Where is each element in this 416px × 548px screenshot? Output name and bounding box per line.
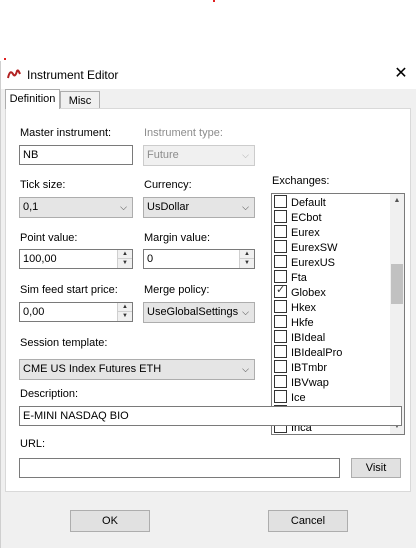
merge-policy-value: UseGlobalSettings bbox=[147, 306, 239, 318]
exchange-item-label: Ice bbox=[291, 392, 306, 404]
exchange-item[interactable]: IBIdeal bbox=[274, 330, 325, 345]
url-label: URL: bbox=[20, 438, 46, 450]
exchange-item[interactable]: IBIdealPro bbox=[274, 345, 342, 360]
sim-feed-start-price-spinner[interactable]: 0,00 ▲ ▼ bbox=[19, 302, 133, 322]
checkbox-icon[interactable] bbox=[274, 315, 287, 328]
spinner-arrows-icon[interactable]: ▲ ▼ bbox=[117, 250, 132, 268]
currency-value: UsDollar bbox=[147, 201, 190, 213]
description-label: Description: bbox=[20, 388, 79, 400]
instrument-editor-window: Instrument Editor ✕ Definition Misc Mast… bbox=[0, 61, 416, 548]
checkbox-icon[interactable] bbox=[274, 330, 287, 343]
tab-misc[interactable]: Misc bbox=[60, 91, 100, 109]
exchanges-list[interactable]: IncaIdemIceIBVwapIBTmbrIBIdealProIBIdeal… bbox=[271, 193, 405, 435]
description-input[interactable]: E-MINI NASDAQ BIO bbox=[19, 406, 402, 426]
exchange-item[interactable]: Hkfe bbox=[274, 315, 314, 330]
exchange-item-label: IBIdealPro bbox=[291, 347, 343, 359]
session-template-select[interactable]: CME US Index Futures ETH ⌵ bbox=[19, 359, 255, 380]
chevron-down-icon: ⌵ bbox=[242, 150, 249, 160]
visit-button[interactable]: Visit bbox=[351, 458, 401, 478]
session-template-label: Session template: bbox=[20, 337, 108, 349]
checkbox-icon[interactable] bbox=[274, 255, 287, 268]
exchange-item-label: ECbot bbox=[291, 212, 322, 224]
url-input[interactable] bbox=[19, 458, 340, 478]
point-value-label: Point value: bbox=[20, 232, 78, 244]
ok-button[interactable]: OK bbox=[70, 510, 150, 532]
merge-policy-select[interactable]: UseGlobalSettings ⌵ bbox=[143, 302, 255, 323]
exchanges-scrollbar[interactable]: ▲ ▼ bbox=[390, 194, 404, 434]
checkbox-icon[interactable] bbox=[274, 270, 287, 283]
point-value-spinner[interactable]: 100,00 ▲ ▼ bbox=[19, 249, 133, 269]
exchange-item-label: Eurex bbox=[291, 227, 320, 239]
exchange-item-label: EurexSW bbox=[291, 242, 338, 254]
exchange-item-label: Default bbox=[291, 197, 326, 209]
spinner-arrows-icon[interactable]: ▲ ▼ bbox=[239, 250, 254, 268]
checkbox-icon[interactable] bbox=[274, 360, 287, 373]
merge-policy-label: Merge policy: bbox=[144, 284, 210, 296]
exchange-item[interactable]: ✓ Globex bbox=[274, 284, 326, 300]
exchange-item-label: Globex bbox=[291, 287, 326, 299]
instrument-type-label: Instrument type: bbox=[144, 127, 223, 139]
chevron-down-icon: ⌵ bbox=[242, 202, 249, 212]
exchange-item[interactable]: EurexUS bbox=[274, 255, 335, 270]
exchange-item[interactable]: Hkex bbox=[274, 300, 316, 315]
scroll-up-icon[interactable]: ▲ bbox=[390, 194, 404, 208]
checkbox-icon[interactable] bbox=[274, 210, 287, 223]
currency-label: Currency: bbox=[144, 179, 192, 191]
exchange-item[interactable]: Default bbox=[274, 195, 326, 210]
exchanges-label: Exchanges: bbox=[272, 175, 330, 187]
definition-panel: Master instrument: NB Instrument type: F… bbox=[5, 108, 411, 492]
exchange-item[interactable]: Fta bbox=[274, 270, 307, 285]
instrument-type-select: Future ⌵ bbox=[143, 145, 255, 166]
close-icon[interactable]: ✕ bbox=[392, 64, 410, 84]
exchange-item-label: EurexUS bbox=[291, 257, 336, 269]
tick-size-value: 0,1 bbox=[23, 201, 39, 213]
sim-feed-start-price-value: 0,00 bbox=[23, 306, 45, 318]
ninja-logo-icon bbox=[7, 69, 21, 79]
margin-value-value: 0 bbox=[147, 253, 154, 265]
chevron-down-icon: ⌵ bbox=[242, 364, 249, 374]
master-instrument-label: Master instrument: bbox=[20, 127, 112, 139]
margin-value-label: Margin value: bbox=[144, 232, 211, 244]
red-dot-decoration bbox=[213, 0, 215, 2]
window-title: Instrument Editor bbox=[27, 68, 119, 82]
spinner-arrows-icon[interactable]: ▲ ▼ bbox=[117, 303, 132, 321]
session-template-value: CME US Index Futures ETH bbox=[23, 363, 162, 375]
exchange-item[interactable]: ECbot bbox=[274, 210, 322, 225]
scrollbar-thumb[interactable] bbox=[391, 264, 403, 304]
checkbox-icon[interactable] bbox=[274, 240, 287, 253]
chevron-down-icon: ⌵ bbox=[120, 202, 127, 212]
cancel-button[interactable]: Cancel bbox=[268, 510, 348, 532]
exchange-item-label: Hkex bbox=[291, 302, 317, 314]
point-value-value: 100,00 bbox=[23, 253, 57, 265]
exchange-item-label: Fta bbox=[291, 272, 307, 284]
checkbox-icon[interactable] bbox=[274, 300, 287, 313]
checkbox-icon[interactable] bbox=[274, 225, 287, 238]
exchange-item[interactable]: EurexSW bbox=[274, 240, 337, 255]
exchange-item-label: Hkfe bbox=[291, 317, 314, 329]
checkbox-icon[interactable] bbox=[274, 345, 287, 358]
tick-size-select[interactable]: 0,1 ⌵ bbox=[19, 197, 133, 218]
margin-value-spinner[interactable]: 0 ▲ ▼ bbox=[143, 249, 255, 269]
tab-definition[interactable]: Definition bbox=[5, 89, 60, 109]
checkbox-icon[interactable] bbox=[274, 195, 287, 208]
instrument-type-value: Future bbox=[147, 149, 179, 161]
master-instrument-input[interactable]: NB bbox=[19, 145, 133, 165]
exchange-item[interactable]: IBTmbr bbox=[274, 360, 327, 375]
exchange-item-label: IBIdeal bbox=[291, 332, 326, 344]
exchange-item[interactable]: Ice bbox=[274, 390, 306, 405]
chevron-down-icon: ⌵ bbox=[242, 307, 249, 317]
sim-feed-start-price-label: Sim feed start price: bbox=[20, 284, 118, 296]
tick-size-label: Tick size: bbox=[20, 179, 66, 191]
checkmark-icon: ✓ bbox=[276, 284, 286, 296]
title-bar: Instrument Editor ✕ bbox=[1, 61, 416, 89]
exchange-item[interactable]: IBVwap bbox=[274, 375, 329, 390]
exchange-item-label: IBVwap bbox=[291, 377, 329, 389]
checkbox-icon[interactable] bbox=[274, 390, 287, 403]
exchange-item[interactable]: Eurex bbox=[274, 225, 320, 240]
exchange-item-label: IBTmbr bbox=[291, 362, 328, 374]
checkbox-icon[interactable] bbox=[274, 375, 287, 388]
checkbox-checked-icon[interactable]: ✓ bbox=[274, 284, 287, 298]
red-dot-decoration bbox=[4, 58, 6, 60]
currency-select[interactable]: UsDollar ⌵ bbox=[143, 197, 255, 218]
